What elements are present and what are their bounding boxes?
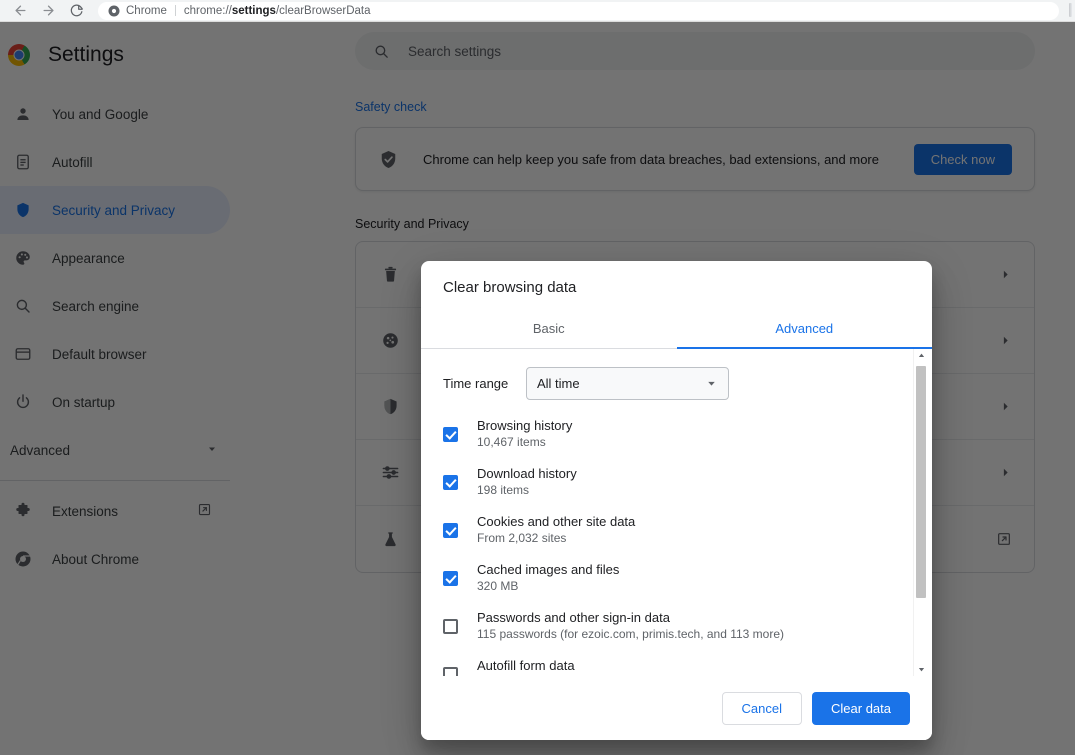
option-title: Cached images and files <box>477 562 910 577</box>
option-sub: From 2,032 sites <box>477 531 566 545</box>
option-browsing-history[interactable]: Browsing history 10,467 items <box>443 410 910 458</box>
scrollbar-track[interactable] <box>914 362 928 663</box>
omnibox-site-label: Chrome <box>126 5 167 17</box>
dropdown-arrow-icon <box>705 377 718 390</box>
toolbar-right-edge <box>1069 3 1072 17</box>
dialog-tabs: Basic Advanced <box>421 310 932 349</box>
tab-basic[interactable]: Basic <box>421 310 677 349</box>
omnibox-url: chrome://settings/clearBrowserData <box>184 5 371 17</box>
option-passwords-and-sign-in-data[interactable]: Passwords and other sign-in data 115 pas… <box>443 602 910 650</box>
option-texts: Download history 198 items <box>477 466 910 499</box>
option-sub: 10,467 items <box>477 435 546 449</box>
omnibox-divider <box>175 5 176 16</box>
dialog-body: Time range All time Browsing history 10,… <box>421 349 932 676</box>
option-cookies-and-site-data[interactable]: Cookies and other site data From 2,032 s… <box>443 506 910 554</box>
option-sub: 198 items <box>477 483 529 497</box>
option-title: Download history <box>477 466 910 481</box>
option-autofill-form-data[interactable]: Autofill form data <box>443 650 910 676</box>
checkbox[interactable] <box>443 571 458 586</box>
option-download-history[interactable]: Download history 198 items <box>443 458 910 506</box>
forward-button[interactable] <box>34 1 62 21</box>
time-range-label: Time range <box>443 376 526 391</box>
option-texts: Cached images and files 320 MB <box>477 562 910 595</box>
option-sub: 320 MB <box>477 579 518 593</box>
time-range-select[interactable]: All time <box>526 367 729 400</box>
reload-button[interactable] <box>62 1 90 21</box>
url-prefix: chrome:// <box>184 5 232 17</box>
time-range-value: All time <box>537 376 580 391</box>
tab-advanced[interactable]: Advanced <box>677 310 933 349</box>
scroll-up-icon[interactable] <box>914 349 928 362</box>
option-texts: Browsing history 10,467 items <box>477 418 910 451</box>
time-range-row: Time range All time <box>443 367 910 400</box>
scrollbar-thumb[interactable] <box>916 366 926 598</box>
reload-icon <box>69 3 84 18</box>
option-texts: Passwords and other sign-in data 115 pas… <box>477 610 910 643</box>
url-bold: settings <box>232 5 276 17</box>
dialog-footer: Cancel Clear data <box>421 676 932 740</box>
checkbox[interactable] <box>443 475 458 490</box>
checkbox[interactable] <box>443 667 458 676</box>
clear-browsing-data-dialog: Clear browsing data Basic Advanced Time … <box>421 261 932 740</box>
dialog-scroll-area: Time range All time Browsing history 10,… <box>421 349 932 676</box>
option-cached-images-and-files[interactable]: Cached images and files 320 MB <box>443 554 910 602</box>
option-title: Browsing history <box>477 418 910 433</box>
dialog-scrollbar[interactable] <box>913 349 928 676</box>
option-texts: Cookies and other site data From 2,032 s… <box>477 514 910 547</box>
option-title: Passwords and other sign-in data <box>477 610 910 625</box>
checkbox[interactable] <box>443 619 458 634</box>
option-title: Cookies and other site data <box>477 514 910 529</box>
cancel-button[interactable]: Cancel <box>722 692 802 725</box>
option-sub: 115 passwords (for ezoic.com, primis.tec… <box>477 627 784 641</box>
arrow-left-icon <box>13 3 28 18</box>
option-texts: Autofill form data <box>477 658 910 673</box>
checkbox[interactable] <box>443 427 458 442</box>
nav-buttons <box>0 1 90 21</box>
chrome-icon <box>108 5 120 17</box>
option-title: Autofill form data <box>477 658 910 673</box>
url-suffix: /clearBrowserData <box>276 5 371 17</box>
checkbox[interactable] <box>443 523 458 538</box>
back-button[interactable] <box>6 1 34 21</box>
arrow-right-icon <box>41 3 56 18</box>
dialog-title: Clear browsing data <box>421 261 932 296</box>
browser-toolbar: Chrome chrome://settings/clearBrowserDat… <box>0 0 1075 22</box>
clear-data-button[interactable]: Clear data <box>812 692 910 725</box>
scroll-down-icon[interactable] <box>914 663 928 676</box>
address-bar[interactable]: Chrome chrome://settings/clearBrowserDat… <box>98 2 1059 20</box>
